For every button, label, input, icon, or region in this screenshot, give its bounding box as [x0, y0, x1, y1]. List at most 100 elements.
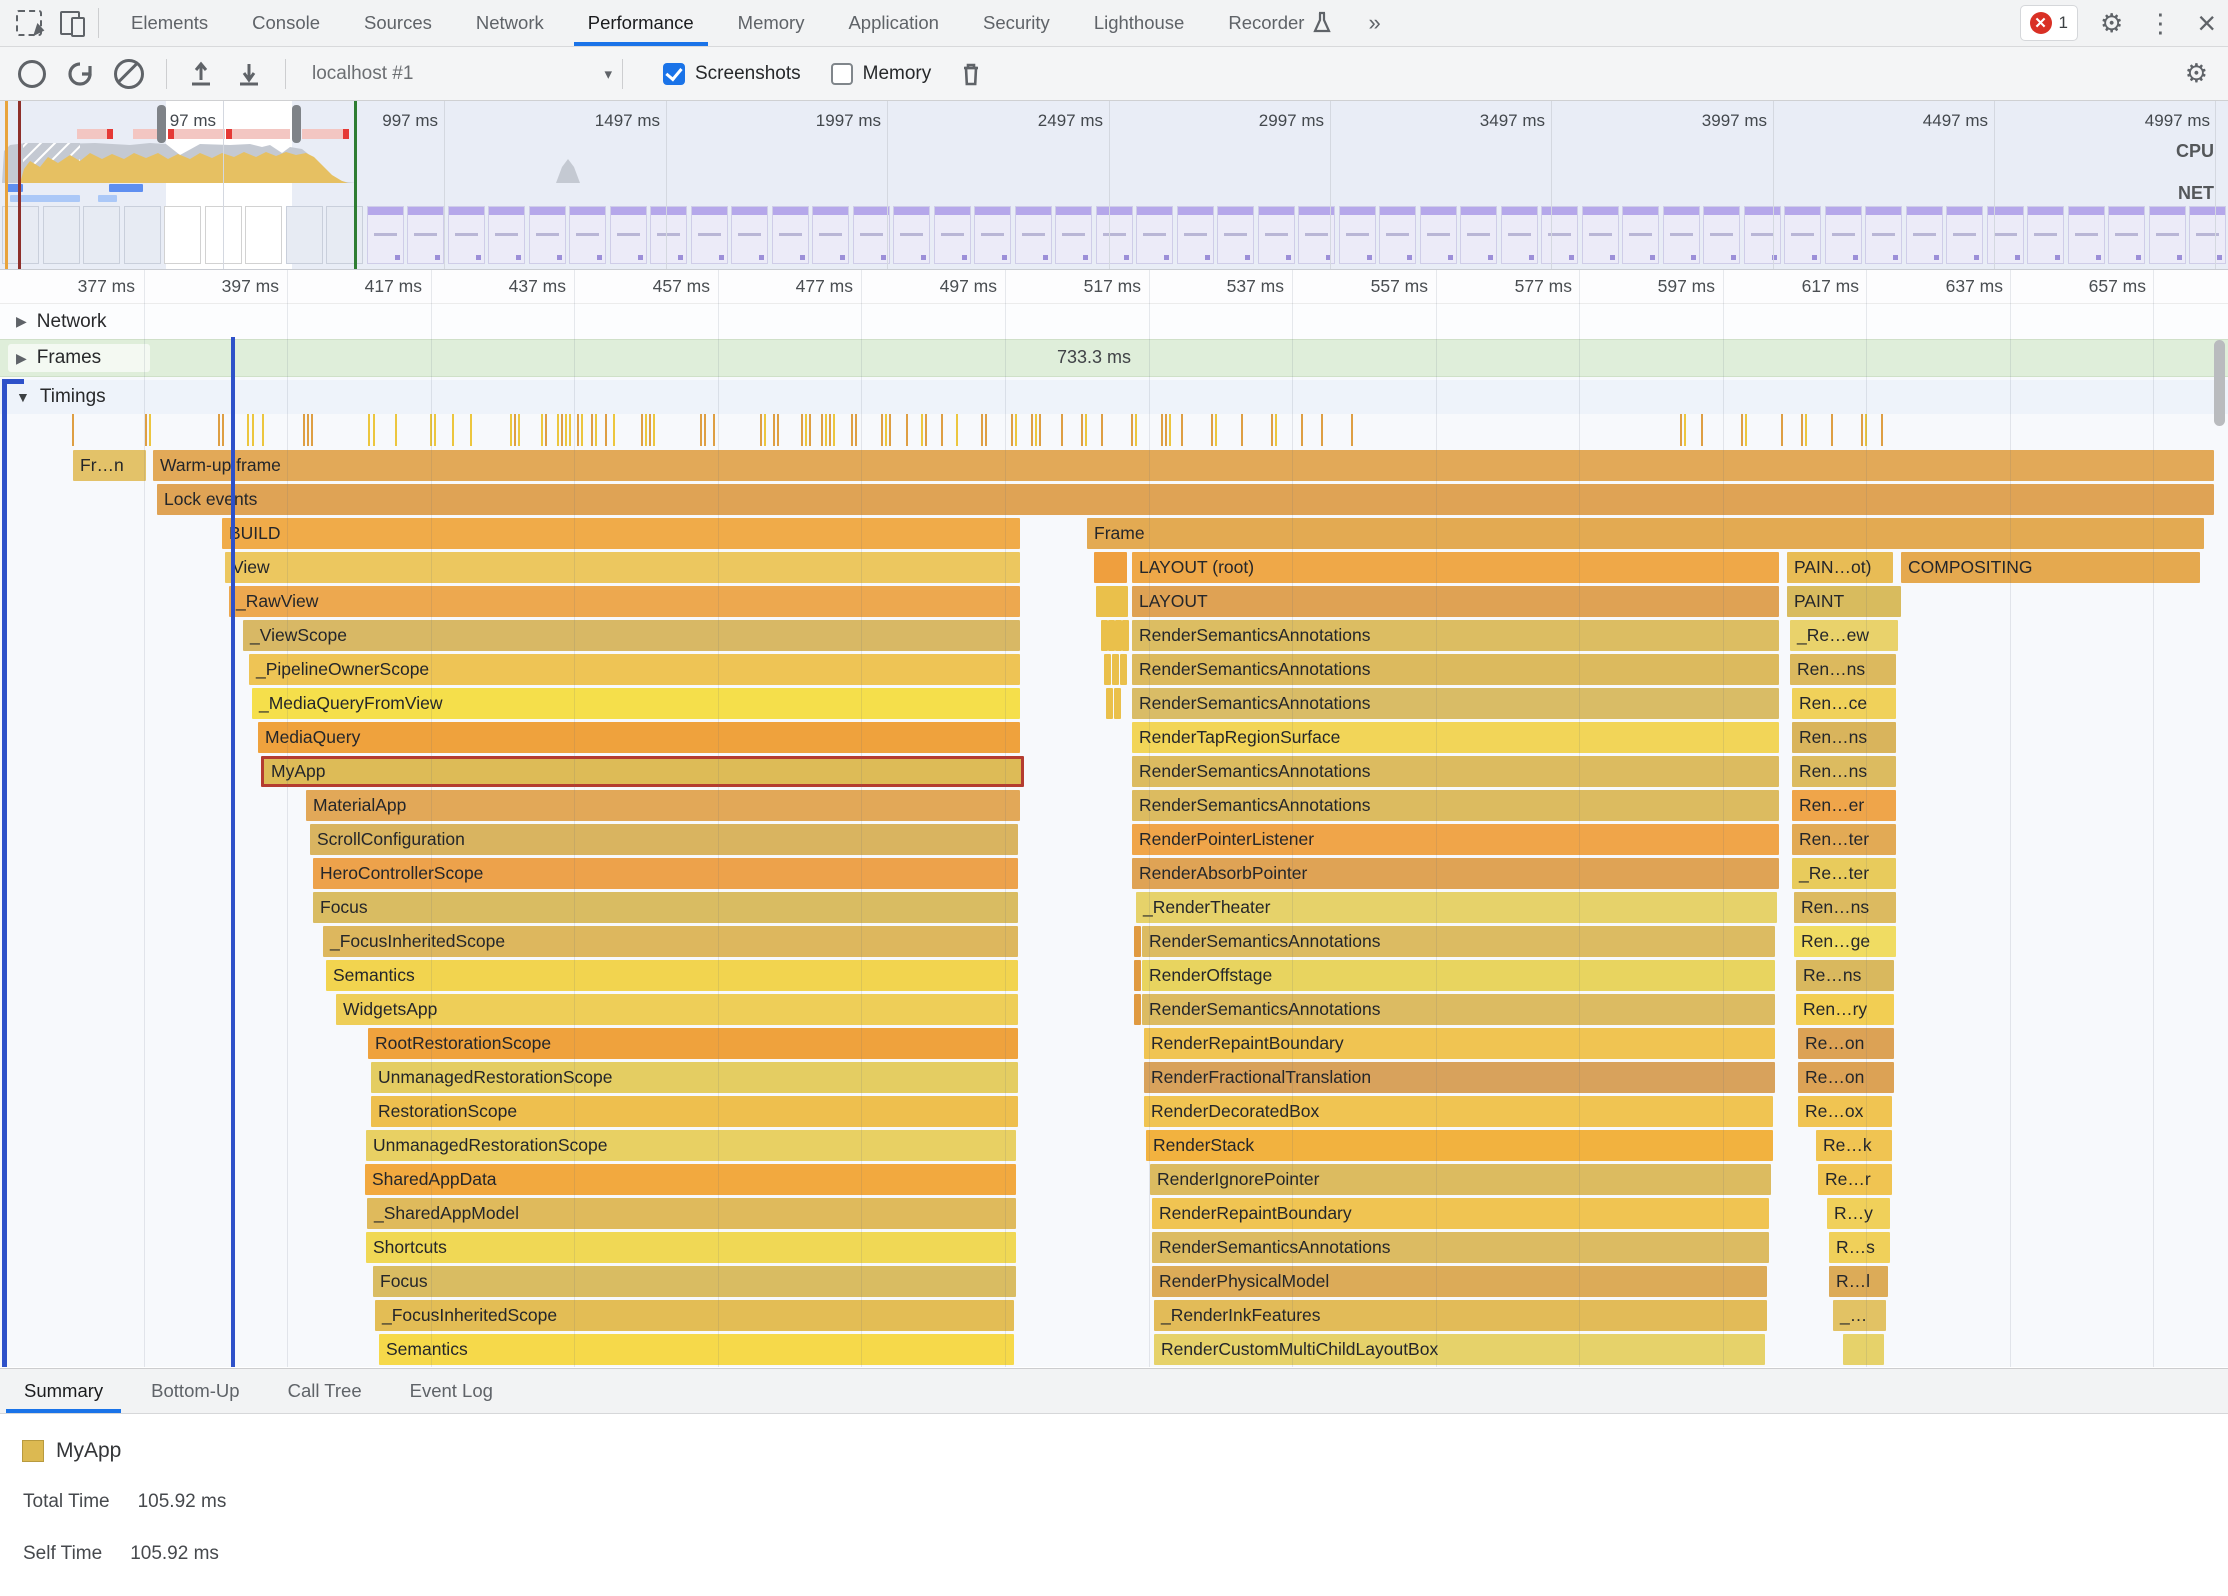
timing-marker-tick[interactable]: [825, 414, 827, 446]
timing-marker-tick[interactable]: [700, 414, 702, 446]
filmstrip-frame[interactable]: [488, 206, 525, 264]
flame-bar[interactable]: [1106, 688, 1113, 719]
reload-button[interactable]: [66, 60, 94, 88]
timing-marker-tick[interactable]: [395, 414, 397, 446]
flame-bar[interactable]: RootRestorationScope: [368, 1028, 1018, 1059]
timing-marker-tick[interactable]: [1081, 414, 1083, 446]
flame-bar[interactable]: LAYOUT (root): [1132, 552, 1779, 583]
filmstrip-frame[interactable]: [2149, 206, 2186, 264]
filmstrip-frame[interactable]: [610, 206, 647, 264]
flame-bar[interactable]: _RawView: [229, 586, 1020, 617]
flame-bar[interactable]: _PipelineOwnerScope: [249, 654, 1020, 685]
collapse-triangle-icon[interactable]: ▶: [16, 350, 27, 367]
timing-marker-tick[interactable]: [1881, 414, 1883, 446]
flame-bar[interactable]: MediaQuery: [258, 722, 1020, 753]
tab-security[interactable]: Security: [961, 0, 1072, 46]
timing-marker-tick[interactable]: [218, 414, 220, 446]
flame-bar[interactable]: RenderRepaintBoundary: [1152, 1198, 1769, 1229]
timing-marker-tick[interactable]: [760, 414, 762, 446]
timing-marker-tick[interactable]: [595, 414, 597, 446]
flame-bar[interactable]: R…y: [1827, 1198, 1890, 1229]
flame-bar[interactable]: _SharedAppModel: [367, 1198, 1016, 1229]
timing-marker-tick[interactable]: [653, 414, 655, 446]
filmstrip-frame[interactable]: [1622, 206, 1659, 264]
filmstrip-frame[interactable]: [1015, 206, 1052, 264]
timing-marker-tick[interactable]: [713, 414, 715, 446]
device-toolbar-icon[interactable]: [58, 8, 88, 38]
flame-bar[interactable]: PAINT: [1787, 586, 1901, 617]
filmstrip-frame[interactable]: [367, 206, 404, 264]
timing-marker-tick[interactable]: [1680, 414, 1682, 446]
timing-marker-tick[interactable]: [561, 414, 563, 446]
flame-bar[interactable]: Focus: [313, 892, 1018, 923]
flame-bar[interactable]: _MediaQueryFromView: [252, 688, 1020, 719]
filmstrip-frame[interactable]: [407, 206, 444, 264]
timing-marker-tick[interactable]: [1031, 414, 1033, 446]
flame-bar[interactable]: _RenderInkFeatures: [1154, 1300, 1767, 1331]
flame-bar[interactable]: RenderSemanticsAnnotations: [1132, 790, 1779, 821]
timing-marker-tick[interactable]: [1831, 414, 1833, 446]
flame-bar[interactable]: WidgetsApp: [336, 994, 1018, 1025]
timing-marker-tick[interactable]: [373, 414, 375, 446]
collapse-triangle-icon[interactable]: ▶: [16, 313, 27, 330]
timing-marker-tick[interactable]: [514, 414, 516, 446]
timing-marker-tick[interactable]: [941, 414, 943, 446]
filmstrip-frame[interactable]: [83, 206, 120, 264]
timing-marker-tick[interactable]: [1169, 414, 1171, 446]
timing-marker-tick[interactable]: [368, 414, 370, 446]
flame-bar[interactable]: RenderSemanticsAnnotations: [1132, 756, 1779, 787]
flame-bar[interactable]: Ren…ge: [1794, 926, 1896, 957]
timing-marker-tick[interactable]: [569, 414, 571, 446]
flame-bar[interactable]: Focus: [373, 1266, 1016, 1297]
flame-bar[interactable]: View: [225, 552, 1020, 583]
timing-marker-tick[interactable]: [605, 414, 607, 446]
timing-marker-tick[interactable]: [649, 414, 651, 446]
timing-marker-tick[interactable]: [1215, 414, 1217, 446]
flame-bar[interactable]: [1115, 620, 1122, 651]
flame-bar[interactable]: Semantics: [379, 1334, 1014, 1365]
timing-marker-tick[interactable]: [889, 414, 891, 446]
flame-bar[interactable]: LAYOUT: [1132, 586, 1779, 617]
filmstrip-frame[interactable]: [650, 206, 687, 264]
timing-marker-tick[interactable]: [1701, 414, 1703, 446]
flame-bar[interactable]: RenderSemanticsAnnotations: [1132, 654, 1779, 685]
filmstrip-frame[interactable]: [529, 206, 566, 264]
timing-marker-tick[interactable]: [1135, 414, 1137, 446]
flame-bar[interactable]: _ViewScope: [243, 620, 1020, 651]
filmstrip-frame[interactable]: [1055, 206, 1092, 264]
timing-marker-tick[interactable]: [985, 414, 987, 446]
timing-marker-tick[interactable]: [829, 414, 831, 446]
timing-marker-tick[interactable]: [809, 414, 811, 446]
timing-marker-tick[interactable]: [1271, 414, 1273, 446]
flame-bar[interactable]: [1134, 960, 1141, 991]
flame-bar[interactable]: Ren…ce: [1792, 688, 1896, 719]
timing-marker-tick[interactable]: [801, 414, 803, 446]
flame-bar[interactable]: [1094, 552, 1127, 583]
timing-marker-tick[interactable]: [1165, 414, 1167, 446]
tab-console[interactable]: Console: [230, 0, 342, 46]
timings-track-header[interactable]: ▼ Timings: [0, 380, 2228, 414]
flame-bar[interactable]: RenderRepaintBoundary: [1144, 1028, 1775, 1059]
timing-marker-tick[interactable]: [851, 414, 853, 446]
timing-marker-tick[interactable]: [981, 414, 983, 446]
flame-bar[interactable]: [1108, 620, 1115, 651]
tab-sources[interactable]: Sources: [342, 0, 454, 46]
session-select[interactable]: localhost #1 ▾: [312, 63, 612, 85]
window-left-handle[interactable]: [157, 105, 166, 143]
flame-bar[interactable]: UnmanagedRestorationScope: [371, 1062, 1018, 1093]
filmstrip-frame[interactable]: [1987, 206, 2024, 264]
filmstrip-frame[interactable]: [124, 206, 161, 264]
flame-bar[interactable]: Re…on: [1798, 1062, 1894, 1093]
flame-bar[interactable]: [1112, 654, 1119, 685]
timing-marker-tick[interactable]: [1321, 414, 1323, 446]
timing-marker-tick[interactable]: [303, 414, 305, 446]
flame-chart[interactable]: ▶ Network ▶ Frames 733.3 ms ▼ Timings 37…: [0, 270, 2228, 1367]
playhead-line[interactable]: [231, 337, 235, 1367]
flame-bar[interactable]: RenderSemanticsAnnotations: [1142, 994, 1775, 1025]
flame-bar[interactable]: _…: [1833, 1300, 1886, 1331]
timing-marker-tick[interactable]: [773, 414, 775, 446]
details-tab-event-log[interactable]: Event Log: [386, 1369, 517, 1413]
clear-button[interactable]: [114, 59, 144, 89]
filmstrip-frame[interactable]: [1379, 206, 1416, 264]
filmstrip-frame[interactable]: [43, 206, 80, 264]
